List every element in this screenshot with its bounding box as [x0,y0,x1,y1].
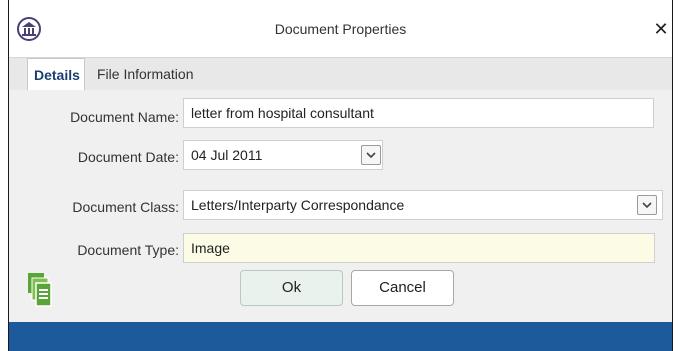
document-name-label: Document Name: [70,109,179,125]
copy-document-icon[interactable] [27,272,55,308]
dialog-title: Document Properties [274,21,407,37]
tab-bar: Details File Information [9,57,672,91]
document-class-label: Document Class: [72,199,179,215]
document-class-select[interactable]: Letters/Interparty Correspondance [183,190,663,220]
document-date-select[interactable]: 04 Jul 2011 [183,140,383,170]
date-dropdown-button[interactable] [361,145,381,165]
ok-button[interactable]: Ok [240,270,343,306]
document-name-field[interactable]: letter from hospital consultant [183,98,654,128]
document-date-label: Document Date: [77,149,179,165]
document-type-label: Document Type: [77,242,179,258]
tab-file-information[interactable]: File Information [97,58,193,90]
bottom-status-bar [9,322,672,351]
document-type-field: Image [183,233,655,263]
close-button[interactable]: ✕ [650,18,672,40]
tab-details[interactable]: Details [27,58,85,91]
title-bar: Document Properties ✕ [9,8,672,50]
class-dropdown-button[interactable] [637,195,657,215]
chevron-down-icon [642,202,652,209]
building-pillar-logo-icon [17,17,41,41]
chevron-down-icon [366,152,376,159]
cancel-button[interactable]: Cancel [351,270,454,306]
